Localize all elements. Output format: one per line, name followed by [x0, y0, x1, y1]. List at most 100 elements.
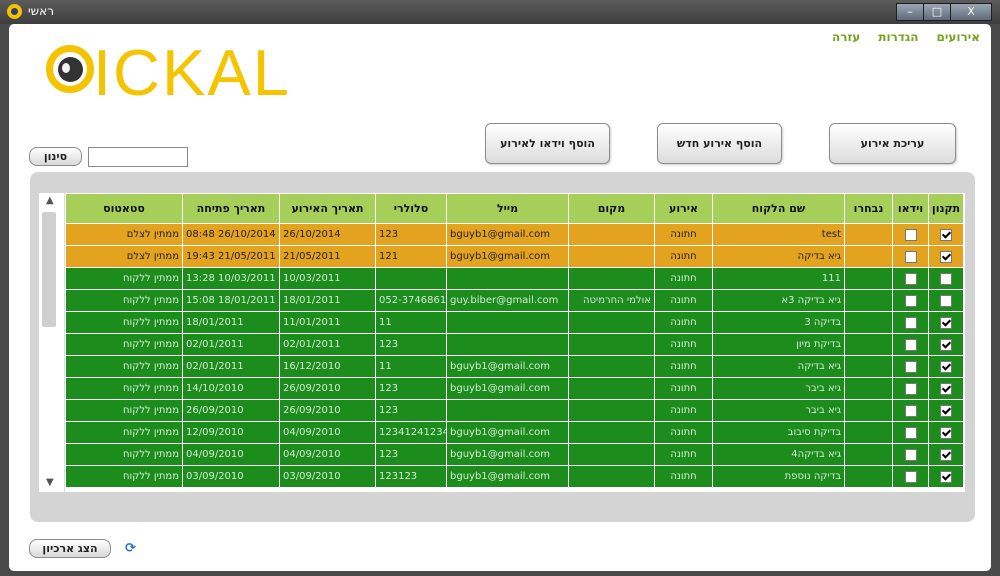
cell-terms[interactable] — [928, 311, 964, 334]
vertical-scrollbar[interactable]: ▲ ▼ — [39, 193, 65, 492]
cell-terms[interactable] — [928, 443, 964, 466]
table-row[interactable]: גיא בדיקה4 חתונה bguyb1@gmail.com 123 04/09/… — [65, 443, 964, 466]
scroll-up-icon[interactable]: ▲ — [46, 195, 54, 206]
checkbox[interactable] — [904, 382, 917, 395]
cell-terms[interactable] — [928, 465, 964, 488]
table-row[interactable]: test חתונה bguyb1@gmail.com 123 26/10/2014 08… — [65, 223, 964, 246]
cell-terms[interactable] — [928, 421, 964, 444]
table-row[interactable]: גיא בדיקה חתונה bguyb1@gmail.com 11 16/12/20… — [65, 355, 964, 378]
cell-terms[interactable] — [928, 245, 964, 268]
checkbox[interactable] — [940, 316, 952, 329]
cell-terms[interactable] — [928, 223, 964, 246]
cell-terms[interactable] — [928, 377, 964, 400]
cell-selected — [844, 443, 893, 466]
add-event-button[interactable]: הוסף אירוע חדש — [657, 123, 782, 164]
checkbox[interactable] — [940, 338, 952, 351]
close-button[interactable]: X — [950, 3, 992, 21]
checkbox[interactable] — [904, 338, 917, 351]
menu-events[interactable]: אירועים — [937, 30, 981, 44]
filter-input[interactable] — [88, 147, 188, 167]
col-terms[interactable]: תקנון — [928, 193, 964, 224]
col-customer[interactable]: שם הלקוח — [712, 193, 845, 224]
table-row[interactable]: גיא בדיקה חתונה bguyb1@gmail.com 121 21/05/2… — [65, 245, 964, 268]
col-event[interactable]: אירוע — [654, 193, 713, 224]
edit-event-button[interactable]: עריכת אירוע — [829, 123, 956, 164]
checkbox[interactable] — [904, 360, 917, 373]
checkbox[interactable] — [940, 250, 952, 263]
checkbox[interactable] — [904, 404, 917, 417]
cell-status: ממתין לצלם — [65, 223, 183, 246]
cell-place — [568, 421, 655, 444]
scrollbar-thumb[interactable] — [42, 212, 56, 327]
checkbox[interactable] — [904, 250, 917, 263]
checkbox[interactable] — [904, 294, 917, 307]
checkbox[interactable] — [940, 272, 952, 285]
cell-opened: 12/09/2010 — [182, 421, 280, 444]
cell-video[interactable] — [892, 421, 929, 444]
cell-customer: גיא בדיקה 3א — [712, 289, 845, 312]
col-event-date[interactable]: תאריך האירוע — [279, 193, 376, 224]
cell-video[interactable] — [892, 465, 929, 488]
checkbox[interactable] — [940, 228, 952, 241]
cell-video[interactable] — [892, 377, 929, 400]
cell-selected — [844, 223, 893, 246]
cell-video[interactable] — [892, 267, 929, 290]
checkbox[interactable] — [940, 404, 952, 417]
menu-help[interactable]: עזרה — [832, 30, 860, 44]
col-selected[interactable]: נבחרו — [844, 193, 893, 224]
filter-button[interactable]: סינון — [29, 147, 82, 166]
cell-video[interactable] — [892, 245, 929, 268]
maximize-button[interactable]: □ — [923, 3, 951, 21]
cell-video[interactable] — [892, 399, 929, 422]
table-row[interactable]: בדיקה נוספת חתונה bguyb1@gmail.com 123123 03… — [65, 465, 964, 488]
cell-video[interactable] — [892, 223, 929, 246]
col-status[interactable]: סטאטוס — [65, 193, 183, 224]
checkbox[interactable] — [904, 448, 917, 461]
table-row[interactable]: גיא ביבר חתונה bguyb1@gmail.com 123 26/09/20… — [65, 377, 964, 400]
col-email[interactable]: מייל — [446, 193, 569, 224]
cell-video[interactable] — [892, 355, 929, 378]
checkbox[interactable] — [904, 426, 917, 439]
checkbox[interactable] — [940, 470, 952, 483]
cell-video[interactable] — [892, 289, 929, 312]
cell-opened: 26/09/2010 — [182, 399, 280, 422]
checkbox[interactable] — [904, 228, 917, 241]
col-video[interactable]: וידאו — [892, 193, 929, 224]
checkbox[interactable] — [904, 316, 917, 329]
show-archive-button[interactable]: הצג ארכיון — [29, 539, 111, 558]
cell-status: ממתין ללקוח — [65, 311, 183, 334]
cell-video[interactable] — [892, 443, 929, 466]
checkbox[interactable] — [940, 360, 952, 373]
checkbox[interactable] — [904, 470, 917, 483]
checkbox[interactable] — [904, 272, 917, 285]
table-row[interactable]: 111 חתונה 10/03/2011 13:28 10/03/2011 ממתין … — [65, 267, 964, 290]
cell-terms[interactable] — [928, 267, 964, 290]
checkbox[interactable] — [940, 426, 952, 439]
minimize-button[interactable]: – — [896, 3, 924, 21]
cell-video[interactable] — [892, 333, 929, 356]
menu-settings[interactable]: הגדרות — [878, 30, 918, 44]
table-row[interactable]: בדיקת סיבוב חתונה bguyb1@gmail.com 12341241… — [65, 421, 964, 444]
checkbox[interactable] — [940, 448, 952, 461]
add-video-button[interactable]: הוסף וידאו לאירוע — [485, 123, 610, 164]
checkbox[interactable] — [940, 294, 952, 307]
table-row[interactable]: גיא בדיקה 3א חתונה אולמי החרמיטה guy.biber@… — [65, 289, 964, 312]
cell-mobile: 123 — [375, 399, 447, 422]
cell-terms[interactable] — [928, 333, 964, 356]
scroll-down-icon[interactable]: ▼ — [46, 477, 54, 488]
cell-terms[interactable] — [928, 289, 964, 312]
cell-event-date: 04/09/2010 — [279, 443, 376, 466]
cell-terms[interactable] — [928, 399, 964, 422]
table-row[interactable]: גיא ביבר חתונה 123 26/09/2010 26/09/2010 ממתי… — [65, 399, 964, 422]
checkbox[interactable] — [940, 382, 952, 395]
table-row[interactable]: בדיקה 3 חתונה 11 11/01/2011 18/01/2011 ממתין … — [65, 311, 964, 334]
table-row[interactable]: בדיקת מיון חתונה 123 02/01/2011 02/01/2011 ממ… — [65, 333, 964, 356]
col-mobile[interactable]: סלולרי — [375, 193, 447, 224]
cell-email: bguyb1@gmail.com — [446, 443, 569, 466]
cell-terms[interactable] — [928, 355, 964, 378]
col-place[interactable]: מקום — [568, 193, 655, 224]
cell-email: guy.biber@gmail.com — [446, 289, 569, 312]
cell-video[interactable] — [892, 311, 929, 334]
refresh-icon[interactable]: ⟳ — [125, 542, 139, 556]
col-opened[interactable]: תאריך פתיחה — [182, 193, 280, 224]
